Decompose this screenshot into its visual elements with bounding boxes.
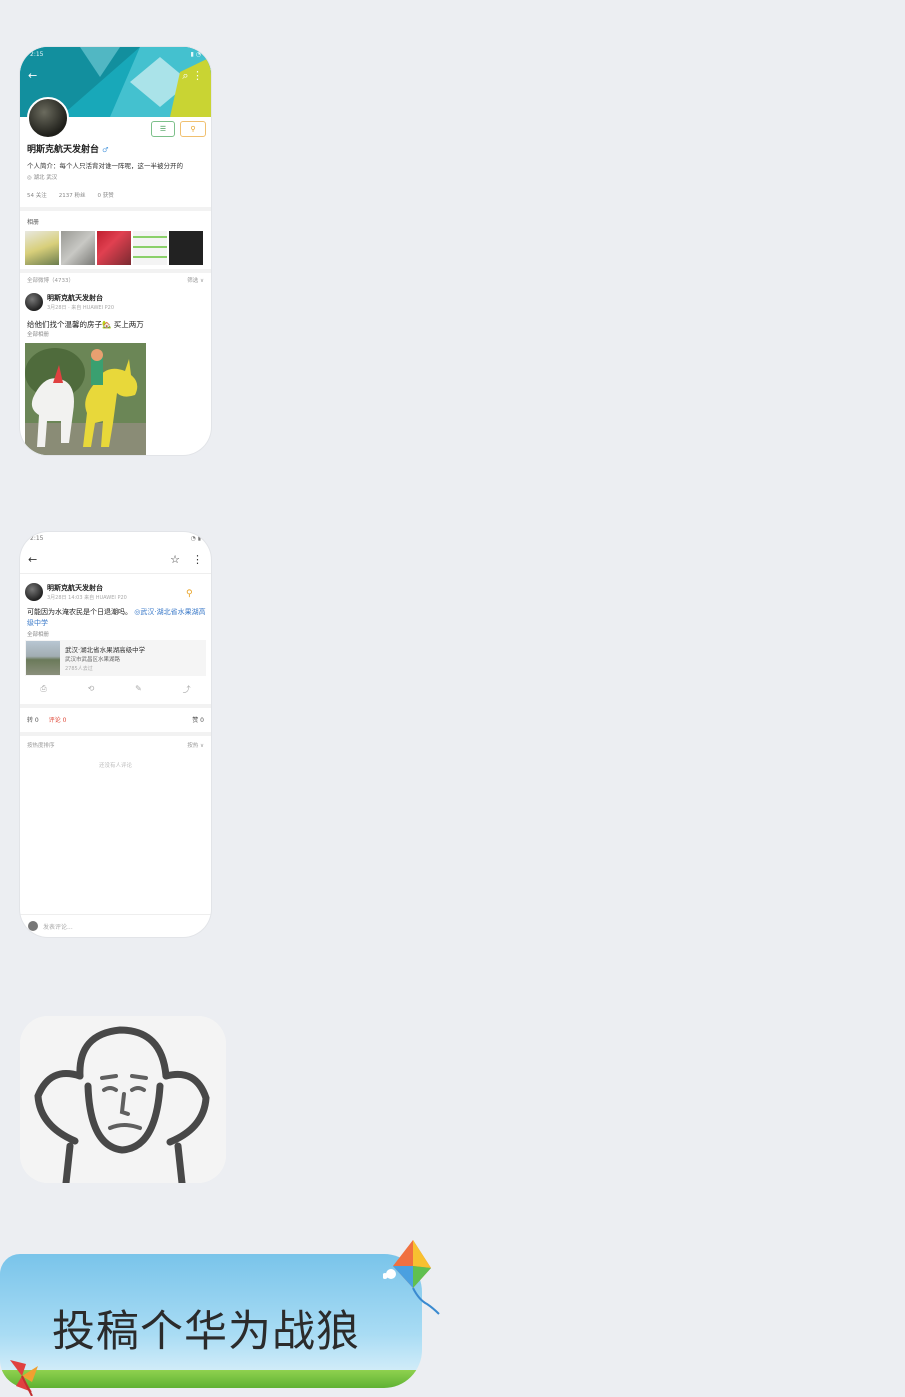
edit-icon[interactable]: ✎ bbox=[135, 684, 142, 695]
detail-meta: 3月28日 14:03 来自 HUAWEI P20 bbox=[47, 595, 127, 601]
back-arrow-icon[interactable]: ← bbox=[28, 553, 37, 566]
status-bar: 2:15 ▮ ◔ bbox=[30, 51, 201, 58]
meme-sticker[interactable] bbox=[20, 1016, 226, 1183]
filter-bar: 全部微博（4733） 筛选 ∨ bbox=[27, 276, 204, 284]
share-icon[interactable]: ⤴ bbox=[183, 684, 191, 695]
post-meta: 3月28日 · 来自 HUAWEI P20 bbox=[47, 305, 115, 311]
detail-text-main: 可能因为水淹农民是个日退潮吗。 bbox=[27, 608, 132, 616]
action-row: ⎙ ⟲ ✎ ⤴ bbox=[20, 684, 211, 695]
empty-comments-hint: 还没有人评论 bbox=[98, 763, 132, 769]
gender-icon: ♂ bbox=[102, 146, 109, 154]
status-icons: ▮ ◔ bbox=[190, 51, 201, 58]
post-source: 全部相册 bbox=[27, 332, 50, 338]
albums-title[interactable]: 相册 bbox=[27, 217, 39, 226]
bubble-grass-decoration bbox=[0, 1370, 422, 1388]
stat-followers[interactable]: 2137 粉丝 bbox=[59, 191, 86, 199]
divider bbox=[20, 704, 211, 708]
filter-button[interactable]: 筛选 ∨ bbox=[187, 276, 204, 284]
status-time: 2:15 bbox=[30, 51, 44, 58]
location-card[interactable]: 武汉·湖北省水果湖高级中学 武汉市武昌区水果湖路 2785人去过 bbox=[25, 640, 206, 676]
bookmark-icon[interactable]: ⎙ bbox=[40, 684, 46, 695]
all-posts-count: 全部微博（4733） bbox=[27, 278, 74, 284]
profile-stats: 54 关注 2137 粉丝 0 获赞 bbox=[27, 191, 114, 199]
profile-name-text: 明斯克航天发射台 bbox=[27, 145, 100, 155]
repost-icon[interactable]: ⟲ bbox=[88, 684, 95, 695]
sort-bar: 按热度排序 按热 ∨ bbox=[27, 741, 204, 749]
profile-name: 明斯克航天发射台 ♂ bbox=[27, 142, 108, 155]
sort-button[interactable]: 按热 ∨ bbox=[187, 741, 204, 749]
location-card-address: 武汉市武昌区水果湖路 bbox=[65, 657, 121, 663]
post-detail-screenshot[interactable]: 2:15 ◔ ▮ ← ☆ ⋮ 明斯克航天发射台 3月28日 14:03 来自 H… bbox=[20, 532, 211, 937]
status-icons: ◔ ▮ bbox=[190, 535, 201, 542]
like-count[interactable]: 赞 0 bbox=[192, 715, 204, 724]
status-bar: 2:15 ◔ ▮ bbox=[30, 535, 201, 542]
album-thumb[interactable] bbox=[97, 231, 131, 265]
album-thumb[interactable] bbox=[133, 231, 167, 265]
post-author[interactable]: 明斯克航天发射台 bbox=[47, 293, 114, 303]
follow-button[interactable]: ⚲ bbox=[180, 121, 206, 137]
location-card-image bbox=[26, 641, 60, 675]
comment-bar[interactable]: 发表评论... bbox=[20, 914, 211, 937]
star-icon[interactable]: ☆ bbox=[170, 553, 180, 566]
detail-author[interactable]: 明斯克航天发射台 bbox=[47, 583, 127, 593]
bubble-message-text: 投稿个华为战狼 bbox=[52, 1307, 360, 1357]
status-time: 2:15 bbox=[30, 535, 44, 542]
more-icon[interactable]: ⋮ bbox=[192, 553, 203, 566]
album-thumb[interactable] bbox=[25, 231, 59, 265]
divider bbox=[20, 269, 211, 273]
pinwheel-icon bbox=[10, 1360, 38, 1396]
repost-count[interactable]: 转 0 bbox=[27, 715, 39, 724]
location-card-title: 武汉·湖北省水果湖高级中学 bbox=[65, 646, 146, 654]
profile-avatar[interactable] bbox=[27, 97, 69, 139]
album-thumb[interactable] bbox=[61, 231, 95, 265]
divider bbox=[20, 207, 211, 211]
message-button[interactable]: ☰ bbox=[151, 121, 175, 137]
detail-source: 全部相册 bbox=[27, 632, 50, 638]
interaction-counts: 转 0 评论 0 赞 0 bbox=[27, 715, 204, 724]
profile-screenshot[interactable]: 2:15 ▮ ◔ ← ⌕ ⋮ ☰ ⚲ 明斯克航天发射台 ♂ 个人简介：每个人只活… bbox=[20, 47, 211, 455]
profile-location: ◎ 湖北 武汉 bbox=[27, 175, 58, 181]
comment-count[interactable]: 评论 0 bbox=[49, 715, 67, 724]
album-thumb[interactable] bbox=[169, 231, 203, 265]
detail-avatar[interactable] bbox=[25, 583, 43, 601]
detail-topbar: ← ☆ ⋮ bbox=[20, 546, 211, 574]
detail-header: 明斯克航天发射台 3月28日 14:03 来自 HUAWEI P20 bbox=[25, 583, 127, 601]
stat-following[interactable]: 54 关注 bbox=[27, 191, 47, 199]
detail-text: 可能因为水淹农民是个日退潮吗。 ◎武汉·湖北省水果湖高级中学 bbox=[27, 607, 207, 629]
meme-face-image bbox=[20, 1016, 226, 1183]
commenter-avatar bbox=[28, 921, 38, 931]
search-and-more-icons[interactable]: ⌕ ⋮ bbox=[182, 69, 203, 83]
stat-likes: 0 获赞 bbox=[97, 193, 114, 199]
kite-icon bbox=[383, 1240, 440, 1315]
post-photo[interactable] bbox=[25, 343, 146, 455]
add-follow-icon[interactable]: ⚲ bbox=[186, 589, 193, 599]
back-arrow-icon[interactable]: ← bbox=[28, 69, 37, 83]
sort-label: 按热度排序 bbox=[27, 743, 55, 749]
post-avatar[interactable] bbox=[25, 293, 43, 311]
album-thumbnails bbox=[25, 231, 203, 265]
profile-bio: 个人简介：每个人只活背对谁一阵呢，这一半被分开的 bbox=[27, 162, 183, 170]
post-header: 明斯克航天发射台 3月28日 · 来自 HUAWEI P20 bbox=[25, 293, 114, 311]
location-card-visits: 2785人去过 bbox=[65, 666, 93, 672]
comment-input[interactable]: 发表评论... bbox=[43, 922, 73, 931]
unicorn-statues-image bbox=[25, 343, 146, 455]
divider bbox=[20, 732, 211, 736]
post-text: 给他们找个温馨的房子🏡 买上两万 bbox=[27, 320, 144, 329]
